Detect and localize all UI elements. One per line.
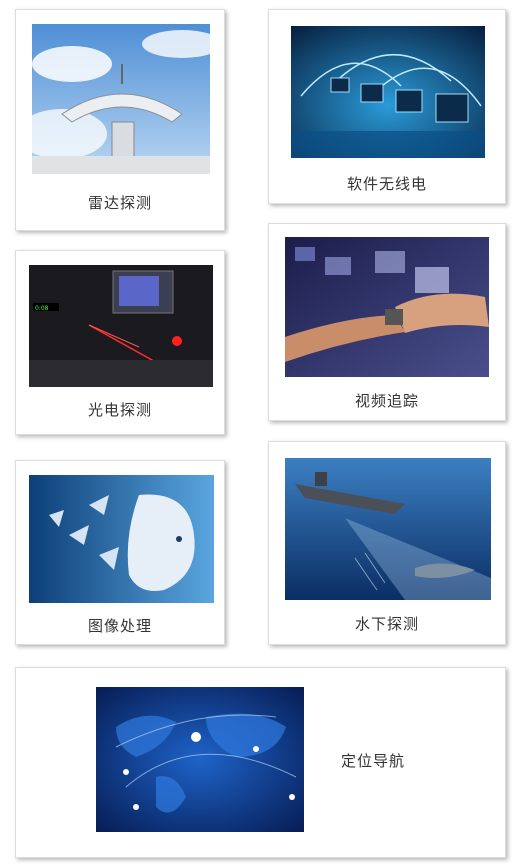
svg-text:0:08: 0:08 — [35, 305, 49, 312]
card-label: 水下探测 — [354, 615, 419, 633]
world-map-pins-image — [96, 687, 304, 832]
radar-dish-image — [32, 24, 210, 174]
card-label: 图像处理 — [87, 617, 152, 635]
card-software-radio[interactable]: 软件无线电 — [268, 9, 506, 204]
card-label: 定位导航 — [341, 752, 406, 770]
network-laptops-image — [291, 26, 485, 158]
card-radar-detection[interactable]: 雷达探测 — [15, 9, 225, 231]
card-video-tracking[interactable]: 视频追踪 — [268, 223, 506, 421]
card-label: 软件无线电 — [346, 175, 427, 193]
card-image-processing[interactable]: 图像处理 — [15, 460, 225, 645]
card-label: 雷达探测 — [87, 194, 152, 212]
card-label: 视频追踪 — [354, 392, 419, 410]
card-underwater-detection[interactable]: 水下探测 — [268, 441, 506, 645]
hologram-wrist-image — [285, 237, 489, 377]
ai-face-image — [29, 475, 214, 603]
laser-lab-image: 0:08 — [29, 265, 213, 387]
card-positioning-navigation[interactable]: 定位导航 — [15, 667, 506, 858]
submarine-sonar-image — [285, 458, 491, 600]
card-electro-optical-detection[interactable]: 0:08 光电探测 — [15, 250, 225, 435]
card-label: 光电探测 — [87, 401, 152, 419]
